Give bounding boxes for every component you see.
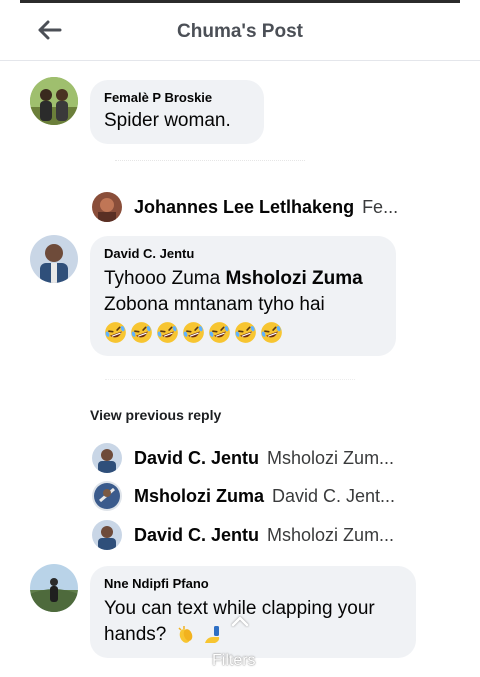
comment-text-part: Tyhooo Zuma — [104, 268, 226, 289]
reply-preview[interactable]: Msholozi Zuma David C. Jent... — [92, 481, 432, 511]
phone-hand-icon — [204, 625, 220, 643]
rofl-emoji-icon — [235, 322, 256, 343]
comment-bubble[interactable]: David C. Jentu Tyhooo Zuma Msholozi Zuma… — [90, 236, 396, 356]
comment-author[interactable]: Femalè P Broskie — [104, 90, 250, 106]
avatar[interactable] — [30, 564, 78, 612]
reply-preview[interactable]: David C. Jentu Msholozi Zum... — [92, 443, 432, 473]
avatar[interactable] — [92, 520, 122, 550]
comment-text: Spider woman. — [104, 110, 231, 131]
rofl-emoji-icon — [183, 322, 204, 343]
rofl-emoji-icon — [209, 322, 230, 343]
reply-author[interactable]: Msholozi Zuma — [134, 486, 264, 507]
post-header: Chuma's Post — [0, 3, 480, 61]
rofl-emoji-icon — [157, 322, 178, 343]
reply-snippet: David C. Jent... — [272, 485, 396, 506]
comment-bubble[interactable]: Femalè P Broskie Spider woman. — [90, 80, 264, 144]
reply-snippet: Msholozi Zum... — [267, 524, 395, 545]
avatar[interactable] — [30, 235, 78, 283]
comment-text-line: hands? — [104, 622, 402, 648]
comment-text-line: You can text while clapping your — [104, 598, 375, 619]
emoji-row — [104, 321, 382, 345]
rofl-emoji-icon — [261, 322, 282, 343]
comment-author[interactable]: Nne Ndipfi Pfano — [104, 576, 402, 592]
reply-preview[interactable]: David C. Jentu Msholozi Zum... — [92, 520, 432, 550]
reply-preview[interactable]: Johannes Lee Letlhakeng Fe... — [92, 192, 432, 222]
reply-snippet: Fe... — [362, 196, 399, 217]
reply-author[interactable]: Johannes Lee Letlhakeng — [134, 197, 354, 218]
filters-label[interactable]: Filters — [212, 652, 256, 670]
reply-author[interactable]: David C. Jentu — [134, 525, 259, 546]
mention-link[interactable]: Msholozi Zuma — [225, 268, 362, 289]
comment-text-line: Zobona mntanam tyho hai — [104, 294, 325, 315]
reply-author[interactable]: David C. Jentu — [134, 448, 259, 469]
comment-bubble[interactable]: Nne Ndipfi Pfano You can text while clap… — [90, 566, 416, 658]
avatar[interactable] — [92, 443, 122, 473]
reply-snippet: Msholozi Zum... — [267, 447, 395, 468]
chevron-up-icon[interactable] — [230, 614, 250, 628]
view-previous-reply-link[interactable]: View previous reply — [90, 407, 221, 423]
avatar[interactable] — [92, 192, 122, 222]
comment-author[interactable]: David C. Jentu — [104, 246, 382, 262]
rofl-emoji-icon — [131, 322, 152, 343]
comment-text: Tyhooo Zuma Msholozi Zuma — [104, 266, 382, 292]
avatar[interactable] — [92, 481, 122, 511]
comment-text-part: hands? — [104, 624, 167, 645]
avatar[interactable] — [30, 77, 78, 125]
clapping-hands-icon — [178, 625, 192, 643]
page-title: Chuma's Post — [177, 21, 303, 42]
faint-divider — [105, 379, 355, 381]
rofl-emoji-icon — [105, 322, 126, 343]
faint-divider — [115, 160, 305, 162]
